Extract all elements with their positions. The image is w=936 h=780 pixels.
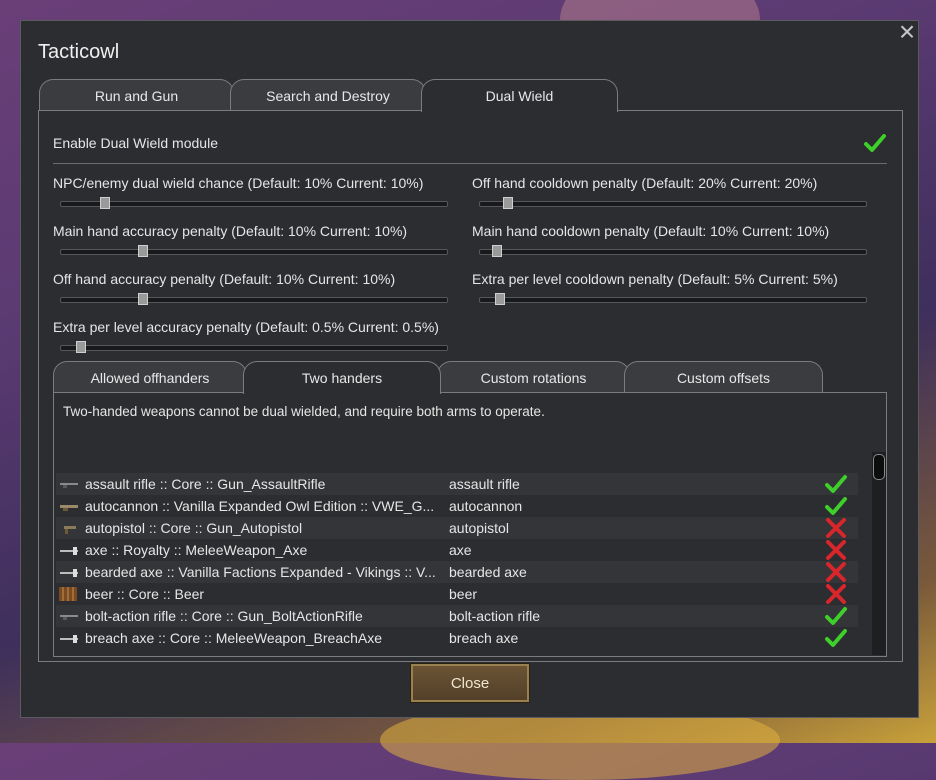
check-icon[interactable] xyxy=(824,473,848,495)
weapon-def-name: autocannon :: Vanilla Expanded Owl Editi… xyxy=(85,498,435,514)
cannon-icon xyxy=(58,498,80,514)
slider-track[interactable] xyxy=(479,197,867,209)
weapon-row[interactable]: autocannon :: Vanilla Expanded Owl Editi… xyxy=(56,495,858,517)
weapon-def-name: beer :: Core :: Beer xyxy=(85,586,205,602)
close-icon[interactable]: × xyxy=(896,18,918,46)
weapon-label: beer xyxy=(449,586,478,602)
weapon-def-name: breach axe :: Core :: MeleeWeapon_Breach… xyxy=(85,630,383,646)
slider-label: Off hand accuracy penalty (Default: 10% … xyxy=(53,271,396,287)
slider-track[interactable] xyxy=(60,245,448,257)
close-button[interactable]: Close xyxy=(410,663,530,703)
subtab-allowed-offhanders[interactable]: Allowed offhanders xyxy=(53,361,247,393)
slider-label: Main hand accuracy penalty (Default: 10%… xyxy=(53,223,408,239)
description-text: Two-handed weapons cannot be dual wielde… xyxy=(63,404,545,419)
slider-handle[interactable] xyxy=(492,245,502,257)
divider xyxy=(53,163,887,164)
rifle-icon xyxy=(58,476,80,492)
beer-icon xyxy=(58,586,80,602)
weapon-def-name: bearded axe :: Vanilla Factions Expanded… xyxy=(85,564,436,580)
check-icon[interactable] xyxy=(824,495,848,517)
tab-run-and-gun[interactable]: Run and Gun xyxy=(39,79,234,111)
cross-icon[interactable] xyxy=(824,539,848,561)
cross-icon[interactable] xyxy=(824,517,848,539)
slider-handle[interactable] xyxy=(138,293,148,305)
dialog-title: Tacticowl xyxy=(38,41,120,63)
slider-track[interactable] xyxy=(60,293,448,305)
subtab-custom-rotations[interactable]: Custom rotations xyxy=(437,361,630,393)
slider-track[interactable] xyxy=(60,341,448,353)
weapon-row[interactable]: assault rifle :: Core :: Gun_AssaultRifl… xyxy=(56,473,858,495)
weapon-row[interactable]: autopistol :: Core :: Gun_Autopistol auto… xyxy=(56,517,858,539)
slider-label: Extra per level accuracy penalty (Defaul… xyxy=(53,319,439,335)
weapon-label: assault rifle xyxy=(449,476,520,492)
tab-dual-wield[interactable]: Dual Wield xyxy=(421,79,618,112)
cross-icon[interactable] xyxy=(824,583,848,605)
weapon-row[interactable]: breach axe :: Core :: MeleeWeapon_Breach… xyxy=(56,627,858,649)
weapon-def-name: axe :: Royalty :: MeleeWeapon_Axe xyxy=(85,542,308,558)
pistol-icon xyxy=(58,520,80,536)
weapon-list-scrollbar[interactable] xyxy=(872,452,886,655)
slider-handle[interactable] xyxy=(503,197,513,209)
slider-track[interactable] xyxy=(60,197,448,209)
slider-track[interactable] xyxy=(479,245,867,257)
slider-handle[interactable] xyxy=(100,197,110,209)
axe-icon xyxy=(58,564,80,580)
cross-icon[interactable] xyxy=(824,561,848,583)
axe-icon xyxy=(58,542,80,558)
check-icon[interactable] xyxy=(824,627,848,649)
weapon-label: bearded axe xyxy=(449,564,527,580)
weapon-label: axe xyxy=(449,542,472,558)
slider-handle[interactable] xyxy=(495,293,505,305)
subtab-custom-offsets[interactable]: Custom offsets xyxy=(624,361,823,393)
subtab-two-handers[interactable]: Two handers xyxy=(243,361,441,394)
weapon-row[interactable]: beer :: Core :: Beer beer xyxy=(56,583,858,605)
slider-label: Main hand cooldown penalty (Default: 10%… xyxy=(472,223,830,239)
slider-handle[interactable] xyxy=(138,245,148,257)
enable-module-checkbox-check-icon[interactable] xyxy=(863,131,887,155)
check-icon[interactable] xyxy=(824,605,848,627)
slider-label: Off hand cooldown penalty (Default: 20% … xyxy=(472,175,818,191)
weapon-def-name: assault rifle :: Core :: Gun_AssaultRifl… xyxy=(85,476,326,492)
weapon-label: bolt-action rifle xyxy=(449,608,541,624)
weapon-def-name: bolt-action rifle :: Core :: Gun_BoltAct… xyxy=(85,608,363,624)
slider-handle[interactable] xyxy=(76,341,86,353)
rifle-icon xyxy=(58,608,80,624)
slider-track[interactable] xyxy=(479,293,867,305)
weapon-label: autocannon xyxy=(449,498,523,514)
slider-label: NPC/enemy dual wield chance (Default: 10… xyxy=(53,175,424,191)
weapon-row[interactable]: axe :: Royalty :: MeleeWeapon_Axe axe xyxy=(56,539,858,561)
weapon-row[interactable]: bolt-action rifle :: Core :: Gun_BoltAct… xyxy=(56,605,858,627)
weapon-row[interactable]: bearded axe :: Vanilla Factions Expanded… xyxy=(56,561,858,583)
scrollbar-thumb[interactable] xyxy=(873,454,885,480)
enable-module-label: Enable Dual Wield module xyxy=(53,135,218,151)
weapon-label: autopistol xyxy=(449,520,509,536)
tab-search-and-destroy[interactable]: Search and Destroy xyxy=(230,79,426,111)
weapon-def-name: autopistol :: Core :: Gun_Autopistol xyxy=(85,520,303,536)
weapon-label: breach axe xyxy=(449,630,519,646)
slider-label: Extra per level cooldown penalty (Defaul… xyxy=(472,271,838,287)
breach-axe-icon xyxy=(58,630,80,646)
